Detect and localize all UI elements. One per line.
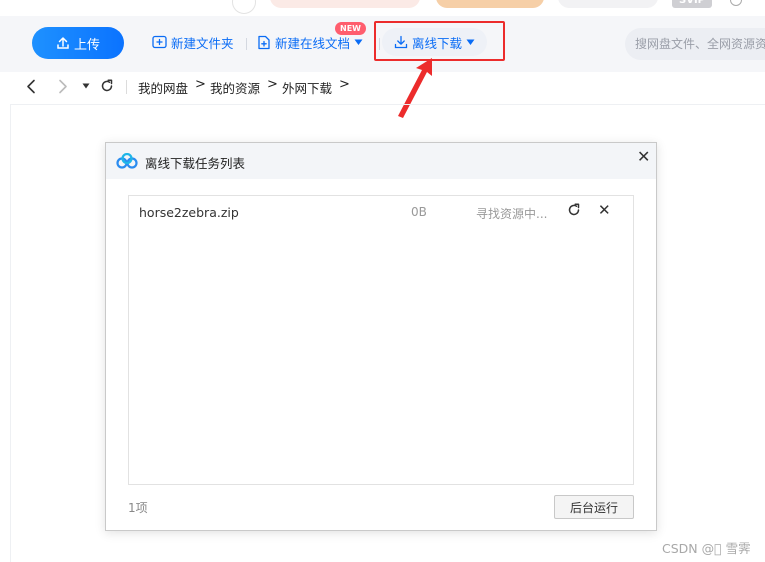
close-icon[interactable]: ✕ [637, 147, 650, 166]
refresh-icon[interactable] [100, 79, 114, 93]
header-promo-pill[interactable] [270, 0, 420, 8]
search-input[interactable]: 搜网盘文件、全网资源资 [625, 28, 765, 60]
task-file-name: horse2zebra.zip [139, 205, 239, 220]
new-folder-button[interactable]: 新建文件夹 [152, 28, 234, 56]
svip-badge[interactable]: SVIP [672, 0, 712, 8]
new-folder-label: 新建文件夹 [171, 35, 234, 51]
folder-plus-icon [152, 35, 167, 49]
run-in-background-button[interactable]: 后台运行 [554, 495, 634, 519]
task-status: 寻找资源中... [476, 207, 548, 221]
forward-arrow-icon[interactable] [58, 79, 68, 94]
back-arrow-icon[interactable] [26, 79, 36, 94]
breadcrumb-item-my-drive[interactable]: 我的网盘 [138, 78, 188, 97]
task-file-size: 0B [411, 205, 427, 219]
content-divider [10, 104, 765, 105]
annotation-highlight-box [374, 21, 505, 61]
breadcrumb-item-my-resources[interactable]: 我的资源 [210, 78, 260, 97]
new-badge: NEW [335, 22, 366, 35]
content-left-border [10, 104, 11, 562]
table-row[interactable]: horse2zebra.zip 0B 寻找资源中... ✕ [129, 196, 633, 228]
new-online-doc-label: 新建在线文档 [275, 35, 351, 51]
doc-plus-icon [258, 35, 270, 49]
offline-download-dialog: 离线下载任务列表 ✕ horse2zebra.zip 0B 寻找资源中... ✕… [105, 142, 657, 531]
breadcrumb-chevron-icon: > [339, 77, 350, 92]
watermark: CSDN @  雪霁 [662, 541, 751, 556]
dialog-header: 离线下载任务列表 ✕ [106, 143, 656, 179]
task-list: horse2zebra.zip 0B 寻找资源中... ✕ [128, 195, 634, 485]
upload-label: 上传 [73, 37, 100, 53]
nav-separator [126, 80, 127, 94]
upload-icon [57, 37, 69, 49]
retry-icon[interactable] [567, 203, 581, 217]
history-caret-down-icon[interactable] [82, 83, 90, 89]
header-circle-button[interactable] [232, 0, 256, 14]
dialog-title: 离线下载任务列表 [145, 156, 246, 171]
breadcrumb-chevron-icon: > [267, 77, 278, 92]
header-promo-pill-gray[interactable] [558, 0, 658, 8]
breadcrumb-chevron-icon: > [195, 77, 206, 92]
cancel-task-icon[interactable]: ✕ [598, 201, 611, 219]
upload-button[interactable]: 上传 [32, 27, 124, 59]
task-count: 1项 [128, 501, 148, 515]
breadcrumb-item-external-download[interactable]: 外网下载 [282, 78, 332, 97]
header-promo-pill-orange[interactable] [436, 0, 544, 8]
user-icon[interactable] [730, 0, 742, 6]
top-header-strip: SVIP [0, 0, 765, 16]
toolbar-separator [246, 38, 247, 50]
navigation-bar: 我的网盘 > 我的资源 > 外网下载 > [0, 72, 765, 102]
caret-down-icon[interactable] [354, 39, 363, 46]
baidu-netdisk-logo-icon [116, 153, 138, 169]
